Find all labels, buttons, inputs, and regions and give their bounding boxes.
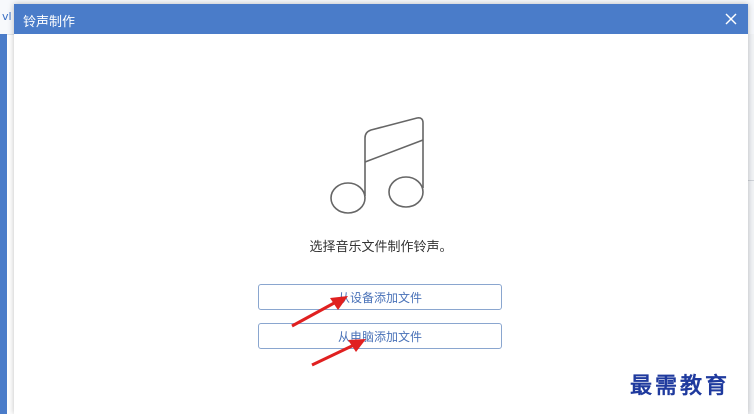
dialog-titlebar: 铃声制作 — [14, 4, 748, 34]
background-divider — [748, 180, 754, 181]
dialog-title: 铃声制作 — [23, 15, 76, 30]
music-note-icon — [330, 117, 424, 214]
background-sidebar — [0, 34, 7, 414]
watermark-logo: 最需教育 — [630, 373, 731, 399]
red-arrow-annotation — [291, 296, 348, 328]
background-header-text: vl — [2, 10, 12, 23]
red-arrow-annotation — [311, 339, 366, 367]
close-icon[interactable] — [723, 11, 739, 27]
prompt-text: 选择音乐文件制作铃声。 — [309, 240, 453, 255]
background-right-panel — [748, 34, 754, 414]
ringtone-dialog: 铃声制作 选择音乐文件制作铃声。 从设备添加文件 从电脑添加文件 — [14, 4, 748, 414]
